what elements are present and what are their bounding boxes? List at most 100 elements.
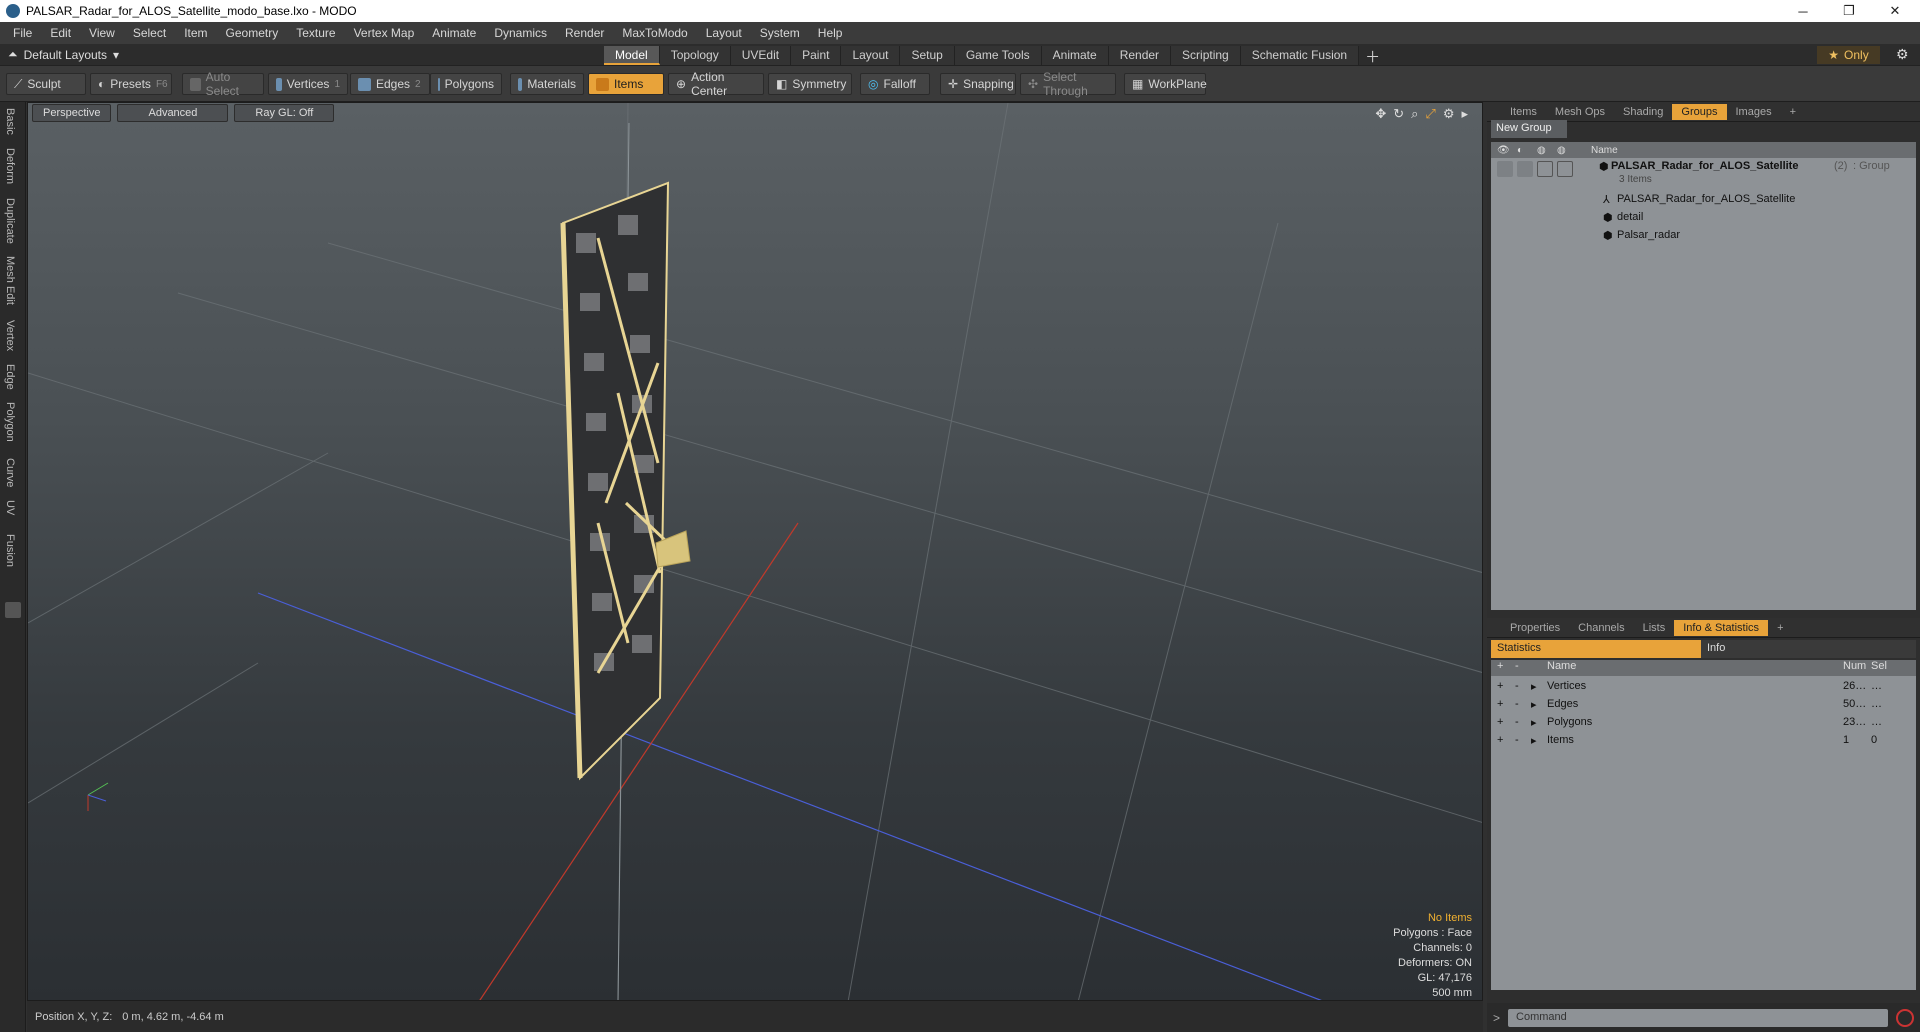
root-select-box[interactable] [1537,161,1553,177]
workplane-button[interactable]: ▦ WorkPlane [1124,73,1207,95]
expand-toggle[interactable] [5,602,21,618]
close-button[interactable]: ✕ [1872,0,1918,22]
only-toggle[interactable]: ★ Only [1817,46,1880,64]
tab-items[interactable]: Items [1501,104,1546,120]
materials-button[interactable]: Materials [510,73,584,95]
tab-curve[interactable]: Curve [4,458,16,487]
disclosure-triangle-icon[interactable]: ▸ [1531,698,1537,711]
tab-info[interactable]: Info [1701,640,1916,658]
action-center-button[interactable]: ⊕ Action Center [668,70,764,98]
stats-row[interactable]: + - ▸ Vertices 26… … [1491,678,1916,696]
expand-icon[interactable]: + [1497,716,1503,728]
tab-schematic-fusion[interactable]: Schematic Fusion [1240,46,1360,65]
tab-statistics[interactable]: Statistics [1491,640,1701,658]
snapping-button[interactable]: ✛ Snapping [940,73,1016,95]
edges-button[interactable]: Edges 2 [350,73,430,95]
collapse-icon[interactable]: - [1515,698,1519,710]
tab-scripting[interactable]: Scripting [1171,46,1241,65]
tab-paint[interactable]: Paint [791,46,842,65]
tab-duplicate[interactable]: Duplicate [4,198,16,244]
collapse-icon[interactable]: - [1515,680,1519,692]
record-icon[interactable] [1896,1008,1915,1027]
menu-edit[interactable]: Edit [41,26,80,40]
add-panel-tab-icon[interactable]: + [1781,104,1805,120]
perspective-button[interactable]: Perspective [32,104,112,122]
tab-edge[interactable]: Edge [4,364,16,390]
tab-images[interactable]: Images [1727,104,1781,120]
tab-uv[interactable]: UV [4,500,16,515]
expand-icon[interactable]: + [1497,680,1503,692]
menu-animate[interactable]: Animate [423,26,485,40]
tab-properties[interactable]: Properties [1501,620,1569,636]
tab-channels[interactable]: Channels [1569,620,1633,636]
tab-game-tools[interactable]: Game Tools [954,46,1042,65]
vertices-button[interactable]: Vertices 1 [268,73,348,95]
root-lock-icon[interactable] [1517,161,1533,177]
menu-maxtomodo[interactable]: MaxToModo [613,26,696,40]
group-row-root[interactable]: ⬢ PALSAR_Radar_for_ALOS_Satellite (2) : … [1491,160,1916,188]
add-tab-button[interactable]: ＋ [1359,46,1386,66]
tab-layout[interactable]: Layout [841,46,901,65]
sculpt-button[interactable]: ⟋ Sculpt [6,73,86,95]
gear-icon[interactable]: ⚙ [1896,46,1909,63]
menu-geometry[interactable]: Geometry [217,26,288,40]
menu-item[interactable]: Item [175,26,216,40]
menu-texture[interactable]: Texture [287,26,344,40]
tab-lists[interactable]: Lists [1634,620,1675,636]
expand-icon[interactable]: + [1497,698,1503,710]
items-button[interactable]: Items [588,73,664,95]
groups-tree[interactable]: ⬢ PALSAR_Radar_for_ALOS_Satellite (2) : … [1491,158,1916,610]
tab-fusion[interactable]: Fusion [4,534,16,567]
tab-deform[interactable]: Deform [4,148,16,184]
group-child-row[interactable]: ⅄ PALSAR_Radar_for_ALOS_Satellite [1491,190,1916,208]
play-icon[interactable]: ▸ [1461,106,1468,122]
maximize-button[interactable]: ❐ [1826,0,1872,22]
menu-layout[interactable]: Layout [697,26,751,40]
polygons-button[interactable]: Polygons [430,73,502,95]
expand-icon[interactable]: + [1497,734,1503,746]
raygl-button[interactable]: Ray GL: Off [234,104,335,122]
tab-animate[interactable]: Animate [1041,46,1109,65]
collapse-icon[interactable]: - [1515,734,1519,746]
add-panel-tab-icon[interactable]: + [1768,620,1792,636]
rotate-icon[interactable]: ↻ [1393,106,1404,122]
root-render-box[interactable] [1557,161,1573,177]
scene-canvas[interactable] [28,103,1483,1001]
menu-vertex-map[interactable]: Vertex Map [345,26,424,40]
tab-groups[interactable]: Groups [1672,103,1727,120]
stats-row[interactable]: + - ▸ Edges 50… … [1491,696,1916,714]
symmetry-button[interactable]: ◧ Symmetry [768,73,852,95]
radar-panel-model[interactable] [560,181,691,781]
minimize-button[interactable]: ─ [1780,0,1826,22]
group-child-row[interactable]: ⬢ Palsar_radar [1491,226,1916,244]
disclosure-triangle-icon[interactable]: ▸ [1531,734,1537,747]
root-visibility-icon[interactable] [1497,161,1513,177]
menu-system[interactable]: System [751,26,809,40]
falloff-button[interactable]: ◎ Falloff [860,73,930,95]
tab-shading[interactable]: Shading [1614,104,1672,120]
3d-viewport[interactable]: Perspective Advanced Ray GL: Off ✥ ↻ ⌕ ⤢… [27,102,1483,1001]
group-child-row[interactable]: ⬢ detail [1491,208,1916,226]
tab-basic[interactable]: Basic [4,108,16,135]
tab-info-statistics[interactable]: Info & Statistics [1674,619,1769,636]
disclosure-triangle-icon[interactable]: ▸ [1531,680,1537,693]
select-through-button[interactable]: ✣ Select Through [1020,70,1116,98]
tab-mesh-ops[interactable]: Mesh Ops [1546,104,1614,120]
zoom-icon[interactable]: ⌕ [1411,106,1418,122]
menu-help[interactable]: Help [809,26,852,40]
stats-row[interactable]: + - ▸ Polygons 23… … [1491,714,1916,732]
tab-model[interactable]: Model [604,46,660,65]
new-group-button[interactable]: New Group [1491,120,1567,138]
menu-view[interactable]: View [80,26,124,40]
menu-select[interactable]: Select [124,26,175,40]
disclosure-triangle-icon[interactable]: ▸ [1531,716,1537,729]
stats-row[interactable]: + - ▸ Items 1 0 [1491,732,1916,750]
pan-icon[interactable]: ✥ [1375,106,1386,122]
menu-file[interactable]: File [4,26,41,40]
menu-dynamics[interactable]: Dynamics [485,26,556,40]
collapse-all-icon[interactable]: - [1515,660,1519,672]
tab-polygon[interactable]: Polygon [4,402,16,442]
tab-render[interactable]: Render [1108,46,1172,65]
tab-vertex[interactable]: Vertex [4,320,16,351]
tab-uvedit[interactable]: UVEdit [730,46,792,65]
